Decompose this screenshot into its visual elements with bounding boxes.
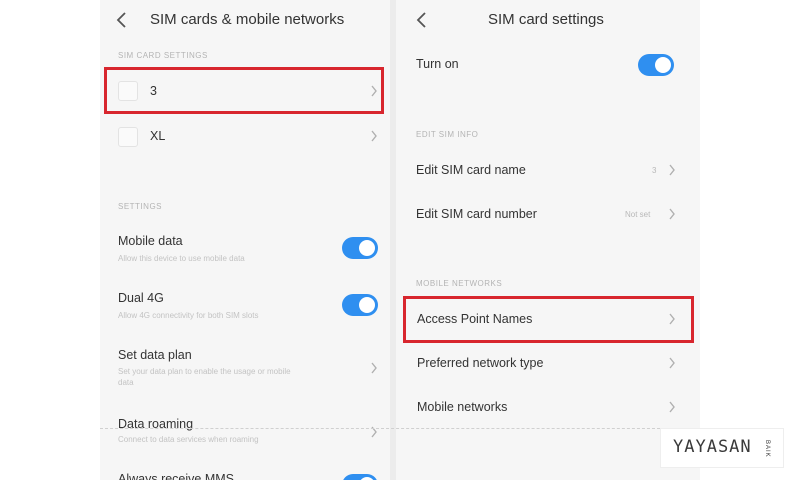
row-title: Set data plan <box>118 348 192 362</box>
row-title: Edit SIM card number <box>416 207 537 221</box>
row-value: 3 <box>652 166 657 175</box>
row-title: Turn on <box>416 57 459 71</box>
back-icon[interactable] <box>114 10 130 30</box>
toggle-knob <box>359 240 375 256</box>
watermark-text: YAYASAN <box>673 437 752 457</box>
sim-section-label: SIM card settings <box>118 51 208 60</box>
row-subtitle: Set your data plan to enable the usage o… <box>118 367 291 376</box>
dual-4g-row[interactable]: Dual 4G Allow 4G connectivity for both S… <box>100 281 390 333</box>
toggle-knob <box>655 57 671 73</box>
row-title: Always receive MMS <box>118 472 234 480</box>
row-title: Access Point Names <box>417 312 533 326</box>
chevron-right-icon <box>371 130 377 142</box>
row-value: Not set <box>625 210 651 219</box>
set-data-plan-row[interactable]: Set data plan Set your data plan to enab… <box>100 338 390 398</box>
page-title: SIM card settings <box>488 11 604 28</box>
dashed-separator <box>100 428 660 429</box>
left-header: SIM cards & mobile networks <box>100 0 390 40</box>
sim-icon <box>118 127 138 147</box>
chevron-right-icon <box>371 362 377 374</box>
sim-item-3[interactable]: 3 <box>100 68 390 114</box>
row-title: Mobile data <box>118 234 183 248</box>
edit-sim-number-row[interactable]: Edit SIM card number Not set <box>396 192 700 236</box>
access-point-names-row[interactable]: Access Point Names <box>396 298 700 342</box>
row-subtitle: Allow 4G connectivity for both SIM slots <box>118 311 259 320</box>
mms-toggle[interactable] <box>342 474 378 480</box>
settings-section-label: Settings <box>118 202 163 211</box>
row-title: Preferred network type <box>417 356 544 370</box>
page-title: SIM cards & mobile networks <box>150 11 345 28</box>
back-icon[interactable] <box>414 10 430 30</box>
sim-name: 3 <box>150 84 157 98</box>
preferred-network-type-row[interactable]: Preferred network type <box>396 342 700 386</box>
row-title: Edit SIM card name <box>416 163 526 177</box>
sim-name: XL <box>150 129 166 143</box>
chevron-right-icon <box>371 85 377 97</box>
mobile-networks-section-label: Mobile networks <box>416 279 503 288</box>
sim-cards-panel: SIM cards & mobile networks SIM card set… <box>100 0 390 480</box>
edit-sim-name-row[interactable]: Edit SIM card name 3 <box>396 148 700 192</box>
chevron-right-icon <box>669 313 675 325</box>
chevron-right-icon <box>669 357 675 369</box>
mobile-data-toggle[interactable] <box>342 237 378 259</box>
watermark-subtext: BAIK <box>764 440 770 458</box>
watermark-logo: YAYASAN BAIK <box>660 428 784 468</box>
row-title: Mobile networks <box>417 400 508 414</box>
row-title: Dual 4G <box>118 291 164 305</box>
row-subtitle: Connect to data services when roaming <box>118 435 259 444</box>
row-subtitle: Allow this device to use mobile data <box>118 254 245 263</box>
sim-card-settings-panel: SIM card settings Turn on Edit SIM info … <box>396 0 700 480</box>
always-receive-mms-row[interactable]: Always receive MMS <box>100 464 390 480</box>
turn-on-row[interactable]: Turn on <box>396 44 700 84</box>
chevron-right-icon <box>669 401 675 413</box>
mobile-networks-row[interactable]: Mobile networks <box>396 386 700 430</box>
edit-sim-section-label: Edit SIM info <box>416 130 479 139</box>
chevron-right-icon <box>669 208 675 220</box>
dual-4g-toggle[interactable] <box>342 294 378 316</box>
mobile-data-row[interactable]: Mobile data Allow this device to use mob… <box>100 224 390 276</box>
sim-item-xl[interactable]: XL <box>100 114 390 158</box>
turn-on-toggle[interactable] <box>638 54 674 76</box>
chevron-right-icon <box>669 164 675 176</box>
sim-icon <box>118 81 138 101</box>
row-subtitle: data <box>118 378 134 387</box>
toggle-knob <box>359 297 375 313</box>
right-header: SIM card settings <box>396 0 700 40</box>
